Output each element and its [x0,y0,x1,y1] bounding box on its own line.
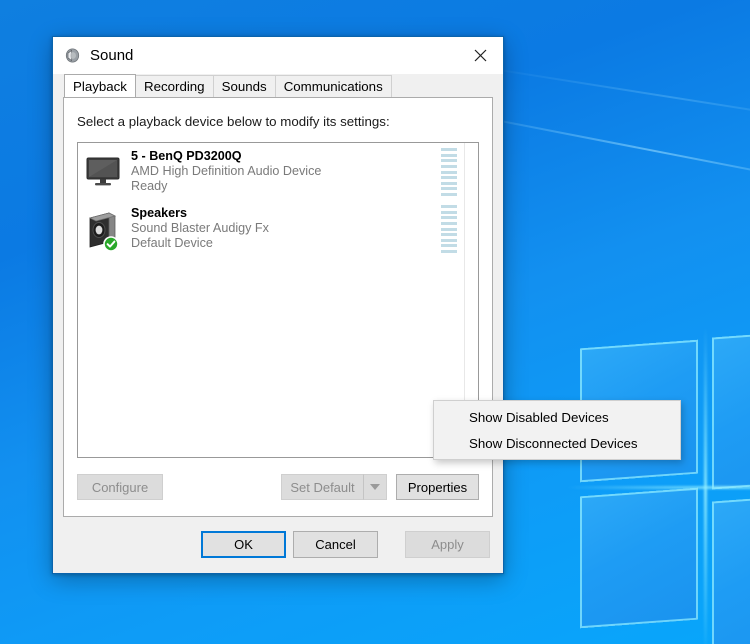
title-bar: Sound [53,37,503,74]
device-status: Default Device [131,236,213,250]
device-text-block: 5 - BenQ PD3200Q AMD High Definition Aud… [131,149,478,194]
menu-item-show-disabled-devices[interactable]: Show Disabled Devices [434,404,680,430]
monitor-icon [83,151,123,193]
set-default-split-button[interactable]: Set Default [281,474,387,500]
set-default-button[interactable]: Set Default [281,474,363,500]
device-text-block: Speakers Sound Blaster Audigy Fx Default… [131,206,478,251]
tab-sounds-label: Sounds [221,79,267,94]
tab-playback-label: Playback [73,78,127,94]
desktop-background: Sound Playback Recording Sounds Communic… [0,0,750,644]
tab-recording-label: Recording [143,79,205,94]
volume-meter [441,205,457,253]
device-name: 5 - BenQ PD3200Q [131,149,242,163]
windows-logo-wallpaper [566,316,750,644]
dialog-footer: OK Cancel Apply [53,517,503,573]
speaker-icon [64,47,81,64]
tab-communications-label: Communications [283,79,383,94]
ok-button[interactable]: OK [201,531,286,558]
device-description: AMD High Definition Audio Device [131,164,322,178]
instruction-text: Select a playback device below to modify… [77,114,390,129]
sound-dialog-window: Sound Playback Recording Sounds Communic… [52,36,504,574]
volume-meter [441,148,457,196]
speaker-box-icon [83,208,123,252]
list-item[interactable]: Speakers Sound Blaster Audigy Fx Default… [78,200,478,257]
window-title: Sound [90,47,134,64]
context-menu: Show Disabled Devices Show Disconnected … [433,400,681,460]
playback-device-list[interactable]: 5 - BenQ PD3200Q AMD High Definition Aud… [77,142,479,458]
properties-button[interactable]: Properties [396,474,479,500]
device-description: Sound Blaster Audigy Fx [131,221,269,235]
wallpaper-light-streak-secondary [472,64,750,130]
tab-playback[interactable]: Playback [64,74,136,97]
menu-item-label: Show Disconnected Devices [469,435,638,451]
tab-recording[interactable]: Recording [134,75,214,97]
device-status: Ready [131,179,168,193]
chevron-down-icon[interactable] [363,474,387,500]
close-icon[interactable] [458,37,503,74]
menu-item-label: Show Disabled Devices [469,409,609,425]
tab-communications[interactable]: Communications [274,75,392,97]
cancel-button[interactable]: Cancel [293,531,378,558]
tab-sounds[interactable]: Sounds [212,75,276,97]
tab-strip: Playback Recording Sounds Communications [63,74,493,97]
playback-tab-page: Select a playback device below to modify… [63,97,493,517]
apply-button[interactable]: Apply [405,531,490,558]
device-name: Speakers [131,206,188,220]
menu-item-show-disconnected-devices[interactable]: Show Disconnected Devices [434,430,680,456]
list-item[interactable]: 5 - BenQ PD3200Q AMD High Definition Aud… [78,143,478,200]
configure-button[interactable]: Configure [77,474,163,500]
